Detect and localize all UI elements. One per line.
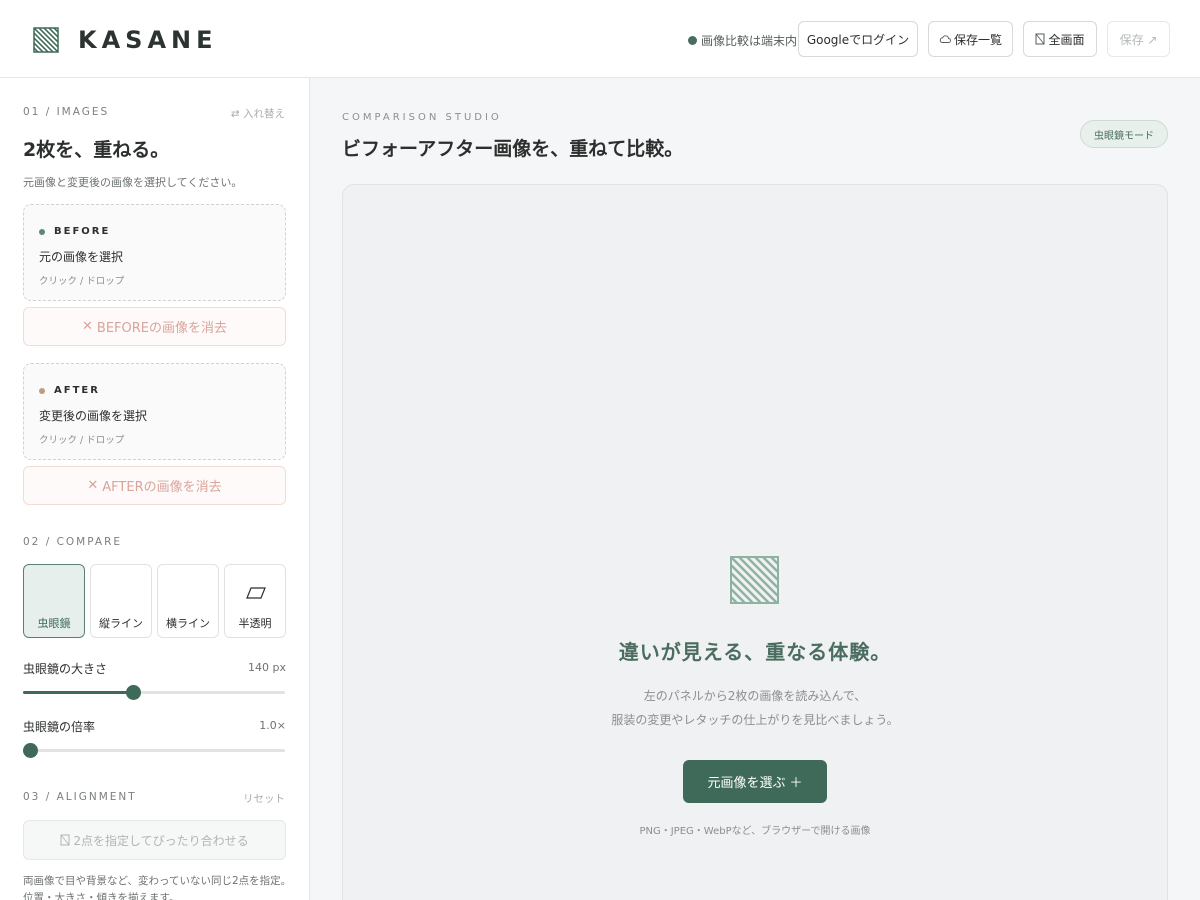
- google-login-button[interactable]: Googleでログイン: [798, 21, 918, 57]
- after-dropzone[interactable]: AFTER 変更後の画像を選択 クリック / ドロップ: [23, 363, 286, 460]
- images-section-label: 01 / IMAGES: [23, 106, 110, 118]
- magnifier-zoom-slider[interactable]: [23, 743, 285, 758]
- before-dropzone-title: 元の画像を選択: [39, 250, 124, 264]
- mode-horizontal-line-label: 横ライン: [166, 617, 210, 630]
- swap-images-button[interactable]: ⇄ 入れ替え: [231, 106, 285, 121]
- clear-before-button[interactable]: ✕ BEFOREの画像を消去: [23, 307, 286, 346]
- magnifier-zoom-label: 虫眼鏡の倍率: [23, 720, 96, 734]
- after-dropzone-title: 変更後の画像を選択: [39, 409, 148, 423]
- close-icon: ✕: [82, 319, 93, 334]
- status-text: 画像比較は端末内: [701, 34, 798, 48]
- google-login-label: Googleでログイン: [806, 32, 910, 47]
- choose-image-button[interactable]: 元画像を選ぶ ＋: [683, 760, 827, 803]
- magnifier-size-slider-fill: [23, 691, 134, 694]
- mode-vertical-line-label: 縦ライン: [99, 617, 143, 630]
- studio-label: COMPARISON STUDIO: [342, 112, 502, 123]
- mode-translucent-label: 半透明: [238, 617, 272, 630]
- clear-after-label: AFTERの画像を消去: [102, 480, 222, 495]
- supported-formats-note: PNG・JPEG・WebPなど、ブラウザーで開ける画像: [639, 826, 871, 837]
- alignment-description-line2: 位置・大きさ・傾きを揃えます。: [23, 892, 180, 900]
- hatched-square-icon: [730, 556, 779, 604]
- fullscreen-label: 全画面: [1048, 32, 1085, 47]
- empty-state-text-line2: 服装の変更やレタッチの仕上がりを見比べましょう。: [611, 713, 899, 727]
- after-tag-label: AFTER: [54, 385, 100, 396]
- frame-icon: [60, 834, 70, 846]
- before-tag: BEFORE: [39, 226, 110, 237]
- two-point-align-label: 2点を指定してぴったり合わせる: [73, 833, 249, 848]
- magnifier-size-value: 140 px: [248, 661, 286, 674]
- after-dropzone-hint: クリック / ドロップ: [39, 435, 125, 446]
- mode-vertical-line[interactable]: 縦ライン: [90, 564, 152, 638]
- app-header: KASANE 画像比較は端末内 Googleでログイン 保存一覧 全画面 保存 …: [0, 0, 1200, 78]
- status-dot-icon: [688, 36, 697, 45]
- saved-list-button[interactable]: 保存一覧: [928, 21, 1013, 57]
- saved-list-label: 保存一覧: [953, 32, 1002, 47]
- before-dropzone-hint: クリック / ドロップ: [39, 276, 125, 287]
- save-label: 保存 ↗: [1119, 32, 1158, 47]
- fullscreen-button[interactable]: 全画面: [1023, 21, 1097, 57]
- close-icon: ✕: [87, 478, 99, 493]
- clear-before-label: BEFOREの画像を消去: [96, 321, 227, 336]
- before-tag-label: BEFORE: [54, 226, 111, 237]
- brand-name: KASANE: [78, 26, 218, 54]
- after-tag: AFTER: [39, 385, 100, 396]
- parallelogram-icon: [246, 587, 266, 599]
- local-processing-status: 画像比較は端末内: [688, 32, 797, 49]
- empty-state-text-line1: 左のパネルから2枚の画像を読み込んで、: [643, 689, 867, 703]
- alignment-description: 両画像で目や背景など、変わっていない同じ2点を指定。 位置・大きさ・傾きを揃えま…: [23, 873, 293, 900]
- clear-after-button[interactable]: ✕ AFTERの画像を消去: [23, 466, 286, 505]
- magnifier-size-slider[interactable]: [23, 685, 285, 700]
- choose-image-label: 元画像を選ぶ: [707, 776, 786, 791]
- images-description: 元画像と変更後の画像を選択してください。: [23, 176, 243, 189]
- magnifier-size-label: 虫眼鏡の大きさ: [23, 662, 108, 676]
- magnifier-size-row: 虫眼鏡の大きさ 140 px: [23, 660, 286, 677]
- magnifier-zoom-value: 1.0×: [259, 719, 286, 732]
- plus-icon: ＋: [789, 776, 803, 791]
- alignment-description-line1: 両画像で目や背景など、変わっていない同じ2点を指定。: [23, 875, 292, 887]
- current-mode-badge: 虫眼鏡モード: [1080, 120, 1168, 148]
- mode-horizontal-line[interactable]: 横ライン: [157, 564, 219, 638]
- after-dot-icon: [39, 387, 45, 394]
- two-point-align-button[interactable]: 2点を指定してぴったり合わせる: [23, 820, 286, 860]
- frame-icon: [1035, 33, 1045, 45]
- magnifier-size-slider-handle[interactable]: [126, 685, 142, 700]
- magnifier-zoom-slider-handle[interactable]: [23, 743, 38, 758]
- mode-magnifier-label: 虫眼鏡: [37, 617, 71, 630]
- mode-translucent[interactable]: 半透明: [224, 564, 286, 638]
- before-dot-icon: [39, 228, 45, 235]
- logo-icon: [33, 27, 59, 53]
- mode-magnifier[interactable]: 虫眼鏡: [23, 564, 85, 638]
- magnifier-zoom-row: 虫眼鏡の倍率 1.0×: [23, 718, 286, 735]
- empty-state-title: 違いが見える、重なる体験。: [618, 640, 892, 664]
- save-button[interactable]: 保存 ↗: [1107, 21, 1170, 57]
- alignment-reset-button[interactable]: リセット: [243, 791, 285, 806]
- images-title: 2枚を、重ねる。: [23, 139, 170, 161]
- compare-section-label: 02 / COMPARE: [23, 536, 123, 548]
- alignment-section-label: 03 / ALIGNMENT: [23, 791, 137, 803]
- before-dropzone[interactable]: BEFORE 元の画像を選択 クリック / ドロップ: [23, 204, 286, 301]
- sidebar-panel: 01 / IMAGES ⇄ 入れ替え 2枚を、重ねる。 元画像と変更後の画像を選…: [0, 78, 310, 900]
- cloud-icon: [939, 35, 951, 43]
- page-title: ビフォーアフター画像を、重ねて比較。: [342, 138, 684, 160]
